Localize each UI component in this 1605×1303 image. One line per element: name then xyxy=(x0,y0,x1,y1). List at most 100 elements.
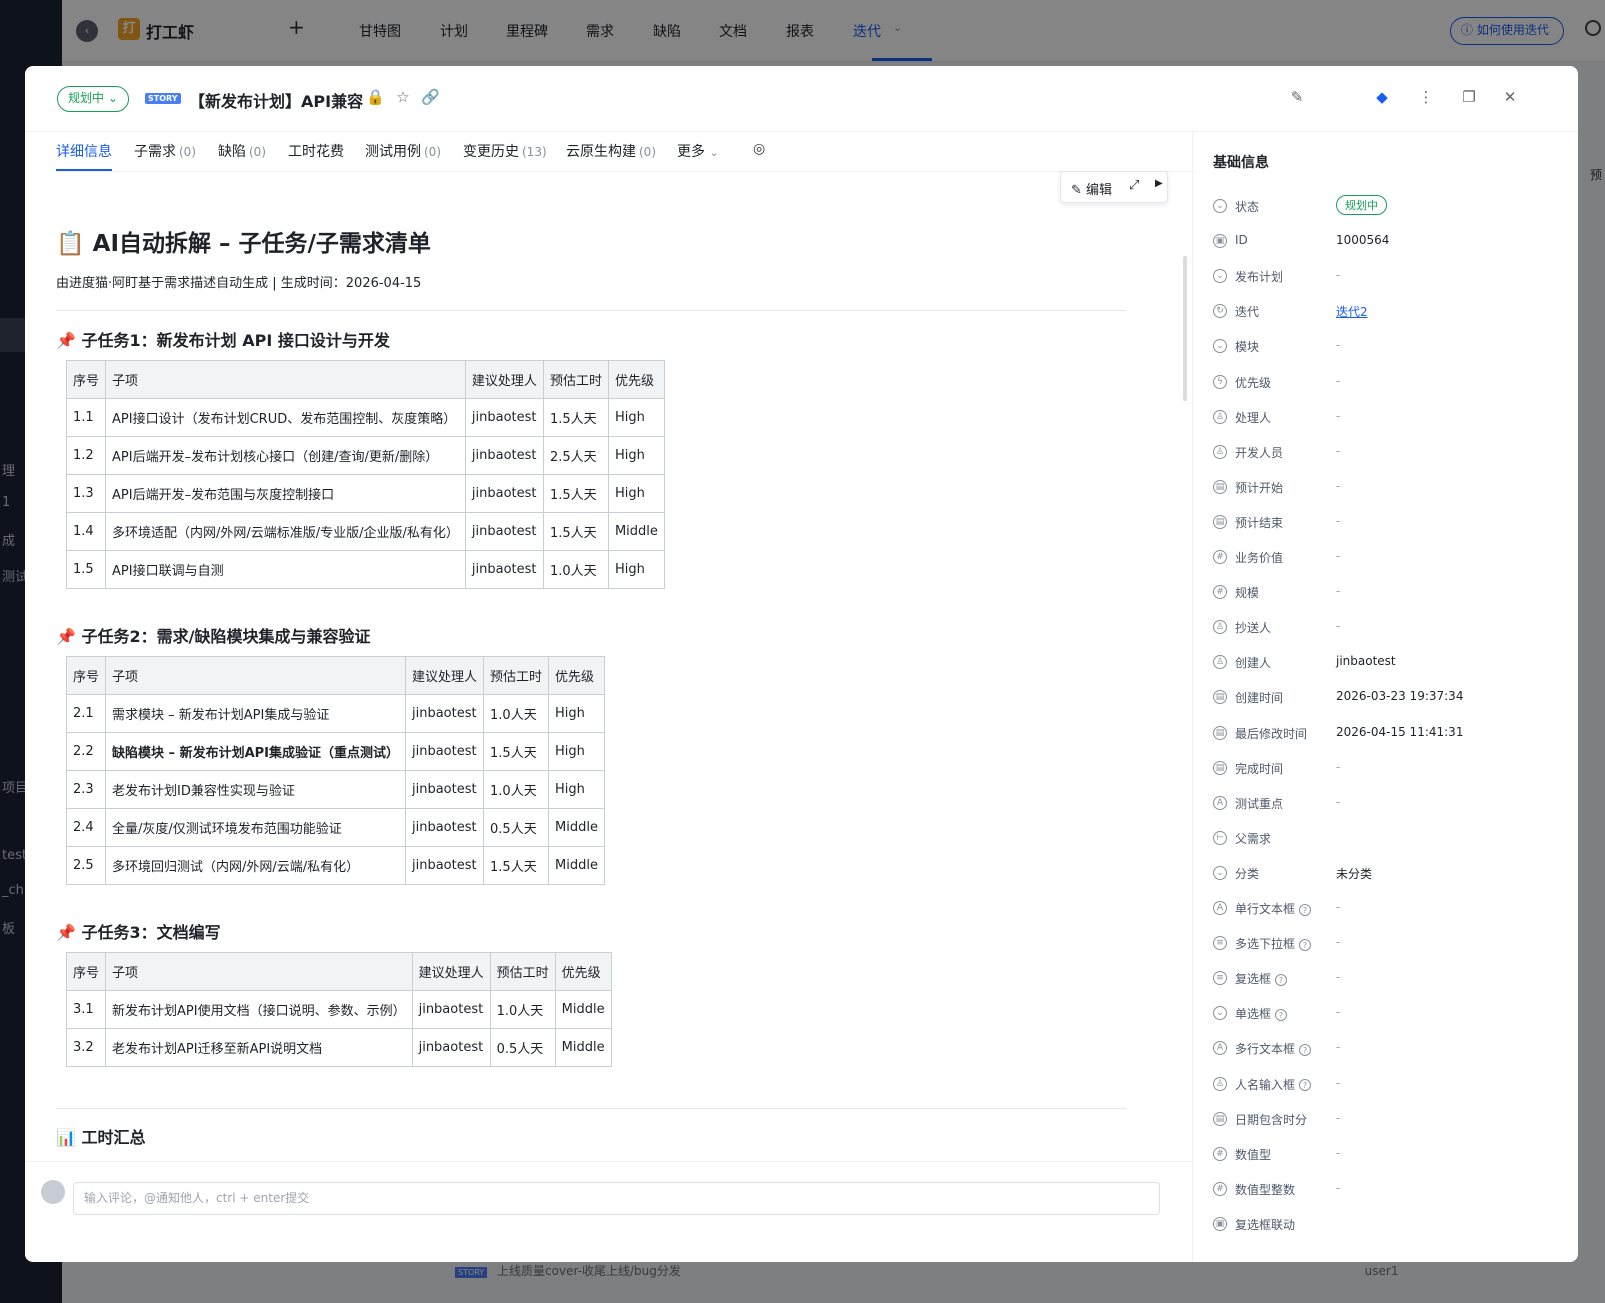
property-label: 状态 xyxy=(1235,198,1259,215)
property-value: 2026-04-15 11:41:31 xyxy=(1336,724,1464,739)
caret-right-icon[interactable]: ▶ xyxy=(1155,178,1163,189)
property-row[interactable]: A 多行文本框? - xyxy=(1213,1039,1563,1059)
property-label: 父需求 xyxy=(1235,830,1271,847)
property-row[interactable]: ▤ 最后修改时间 2026-04-15 11:41:31 xyxy=(1213,724,1563,744)
doc-subtitle: 由进度猫·阿盯基于需求描述自动生成 | 生成时间：2026-04-15 xyxy=(56,276,422,291)
edit-pencil-icon[interactable]: ✎ xyxy=(1288,88,1306,106)
tab-defects[interactable]: 缺陷 (0) xyxy=(218,141,266,161)
property-row[interactable]: # 数值型整数 - xyxy=(1213,1180,1563,1200)
property-row[interactable]: ♙ 创建人 jinbaotest xyxy=(1213,653,1563,673)
property-row[interactable]: ♙ 人名输入框? - xyxy=(1213,1075,1563,1095)
table-cell: 1.5人天 xyxy=(483,846,550,885)
ai-assistant-icon[interactable]: ◆ xyxy=(1373,88,1391,106)
story-title[interactable]: 【新发布计划】API兼容 xyxy=(189,88,363,112)
property-value: - xyxy=(1336,513,1341,528)
property-row[interactable]: ▣ 复选框联动 xyxy=(1213,1215,1563,1235)
property-value: 未分类 xyxy=(1336,866,1373,881)
subtask-table: 序号 子项 建议处理人 预估工时 优先级 1.1 API接口设计（发布计划CRUD、发布范围… xyxy=(65,360,665,589)
property-row[interactable]: ♙ 处理人 - xyxy=(1213,408,1563,428)
property-label: 测试重点 xyxy=(1235,795,1283,812)
property-row[interactable]: ⌄ 分类 未分类 xyxy=(1213,864,1563,884)
property-row[interactable]: ▤ 预计结束 - xyxy=(1213,513,1563,533)
comment-input[interactable]: 输入评论，@通知他人，ctrl + enter提交 xyxy=(73,1182,1160,1215)
property-row[interactable]: ♙ 抄送人 - xyxy=(1213,618,1563,638)
tab-worklog[interactable]: 工时花费 xyxy=(288,141,344,161)
link-icon[interactable]: 🔗 xyxy=(421,88,440,106)
tab-subrequirements[interactable]: 子需求 (0) xyxy=(134,141,196,161)
tab-testcases[interactable]: 测试用例 (0) xyxy=(365,141,441,161)
hash-icon: # xyxy=(1213,550,1227,564)
property-row[interactable]: ♙ 开发人员 - xyxy=(1213,443,1563,463)
expand-icon[interactable]: ⤢ xyxy=(1129,178,1139,193)
settings-icon[interactable]: ◎ xyxy=(753,141,765,157)
property-label: 数值型整数 xyxy=(1235,1181,1295,1198)
user-icon: ♙ xyxy=(1213,655,1227,670)
story-type-tag: STORY xyxy=(145,93,181,104)
property-row[interactable]: # 业务价值 - xyxy=(1213,548,1563,568)
property-label-text: ID xyxy=(1235,233,1248,248)
user-icon: ♙ xyxy=(1213,444,1227,459)
help-icon[interactable]: ? xyxy=(1299,938,1312,951)
property-value: 规划中 xyxy=(1336,195,1387,215)
property-label-text: 多选下拉框 xyxy=(1235,937,1296,952)
property-panel: 基础信息 ⌄ 状态 规划中 ▣ ID 1000564 ⌄ 发布计划 - ↻ 迭代 迭代2 ⌄ 模块 - ϟ 优先… xyxy=(1192,132,1578,1262)
property-row[interactable]: ϟ 优先级 - xyxy=(1213,373,1563,393)
pin-icon: 📌 xyxy=(56,627,76,646)
more-vertical-icon[interactable]: ⋮ xyxy=(1417,88,1435,106)
table-row: 1.4 多环境适配（内网/外网/云端标准版/专业版/企业版/私有化） jinbaot… xyxy=(65,512,665,551)
property-label: 发布计划 xyxy=(1235,268,1283,285)
property-row[interactable]: ▤ 预计开始 - xyxy=(1213,478,1563,498)
open-window-icon[interactable]: ❐ xyxy=(1460,88,1478,106)
help-icon[interactable]: ? xyxy=(1275,1008,1288,1021)
table-cell: jinbaotest xyxy=(464,512,544,551)
property-row[interactable]: ⌄ 单选框? - xyxy=(1213,1004,1563,1024)
calendar-icon: ▤ xyxy=(1213,514,1227,529)
property-row[interactable]: ⌄ 状态 规划中 xyxy=(1213,195,1563,217)
help-icon[interactable]: ? xyxy=(1299,1043,1312,1056)
help-icon[interactable]: ? xyxy=(1275,973,1288,986)
tab-cloud-build[interactable]: 云原生构建 (0) xyxy=(566,141,656,161)
status-dropdown[interactable]: 规划中 ⌄ xyxy=(57,86,129,112)
property-row[interactable]: ▤ 创建时间 2026-03-23 19:37:34 xyxy=(1213,688,1563,708)
table-row: 1.5 API接口联调与自测 jinbaotest 1.0人天 High xyxy=(65,550,665,589)
property-value[interactable]: 迭代2 xyxy=(1336,303,1368,320)
table-row: 2.5 多环境回归测试（内网/外网/云端/私有化） jinbaotest 1.5人天 M… xyxy=(65,846,605,885)
property-value: - xyxy=(1336,970,1341,985)
table-cell: Middle xyxy=(548,846,605,885)
property-row[interactable]: ⊢ 父需求 xyxy=(1213,829,1563,849)
star-icon[interactable]: ☆ xyxy=(394,88,412,106)
property-value: - xyxy=(1336,1145,1341,1160)
property-row[interactable]: ▣ ID 1000564 xyxy=(1213,232,1563,252)
comment-bar: 输入评论，@通知他人，ctrl + enter提交 xyxy=(25,1161,1192,1261)
property-row[interactable]: ⌄ 发布计划 - xyxy=(1213,267,1563,287)
tab-history[interactable]: 变更历史 (13) xyxy=(463,141,547,161)
edit-button[interactable]: ✎ 编辑 xyxy=(1071,179,1112,198)
property-row[interactable]: ≡ 多选下拉框? - xyxy=(1213,934,1563,954)
calendar-icon: ▤ xyxy=(1213,690,1227,705)
close-icon[interactable]: ✕ xyxy=(1501,88,1519,106)
property-row[interactable]: ▤ 日期包含时分 - xyxy=(1213,1110,1563,1130)
scrollbar[interactable] xyxy=(1183,256,1187,401)
help-icon[interactable]: ? xyxy=(1299,903,1312,916)
property-row[interactable]: ≡ 复选框? - xyxy=(1213,969,1563,989)
property-row[interactable]: A 测试重点 - xyxy=(1213,794,1563,814)
property-row[interactable]: ▤ 完成时间 - xyxy=(1213,759,1563,779)
tab-details[interactable]: 详细信息 xyxy=(56,141,112,161)
property-row[interactable]: ↻ 迭代 迭代2 xyxy=(1213,302,1563,322)
table-cell: jinbaotest xyxy=(464,398,544,437)
divider xyxy=(56,1108,1126,1109)
help-icon[interactable]: ? xyxy=(1299,1079,1312,1091)
table-cell: 1.5人天 xyxy=(483,732,550,771)
subtask-table: 序号 子项 建议处理人 预估工时 优先级 2.1 需求模块 – 新发布计划API集成与验证 j… xyxy=(65,656,605,885)
table-cell: Middle xyxy=(607,512,665,551)
property-row[interactable]: A 单行文本框? - xyxy=(1213,899,1563,919)
table-cell: 多环境适配（内网/外网/云端标准版/专业版/企业版/私有化） xyxy=(105,512,466,551)
table-cell: Middle xyxy=(554,990,612,1029)
property-row[interactable]: # 数值型 - xyxy=(1213,1145,1563,1165)
property-row[interactable]: ⌄ 模块 - xyxy=(1213,337,1563,357)
property-label-text: 预计结束 xyxy=(1235,515,1284,530)
section-title: 📌 子任务3：文档编写 xyxy=(56,919,221,943)
property-row[interactable]: # 规模 - xyxy=(1213,583,1563,603)
lock-icon[interactable]: 🔒 xyxy=(366,88,385,106)
tab-more[interactable]: 更多 ⌄ xyxy=(677,141,719,161)
